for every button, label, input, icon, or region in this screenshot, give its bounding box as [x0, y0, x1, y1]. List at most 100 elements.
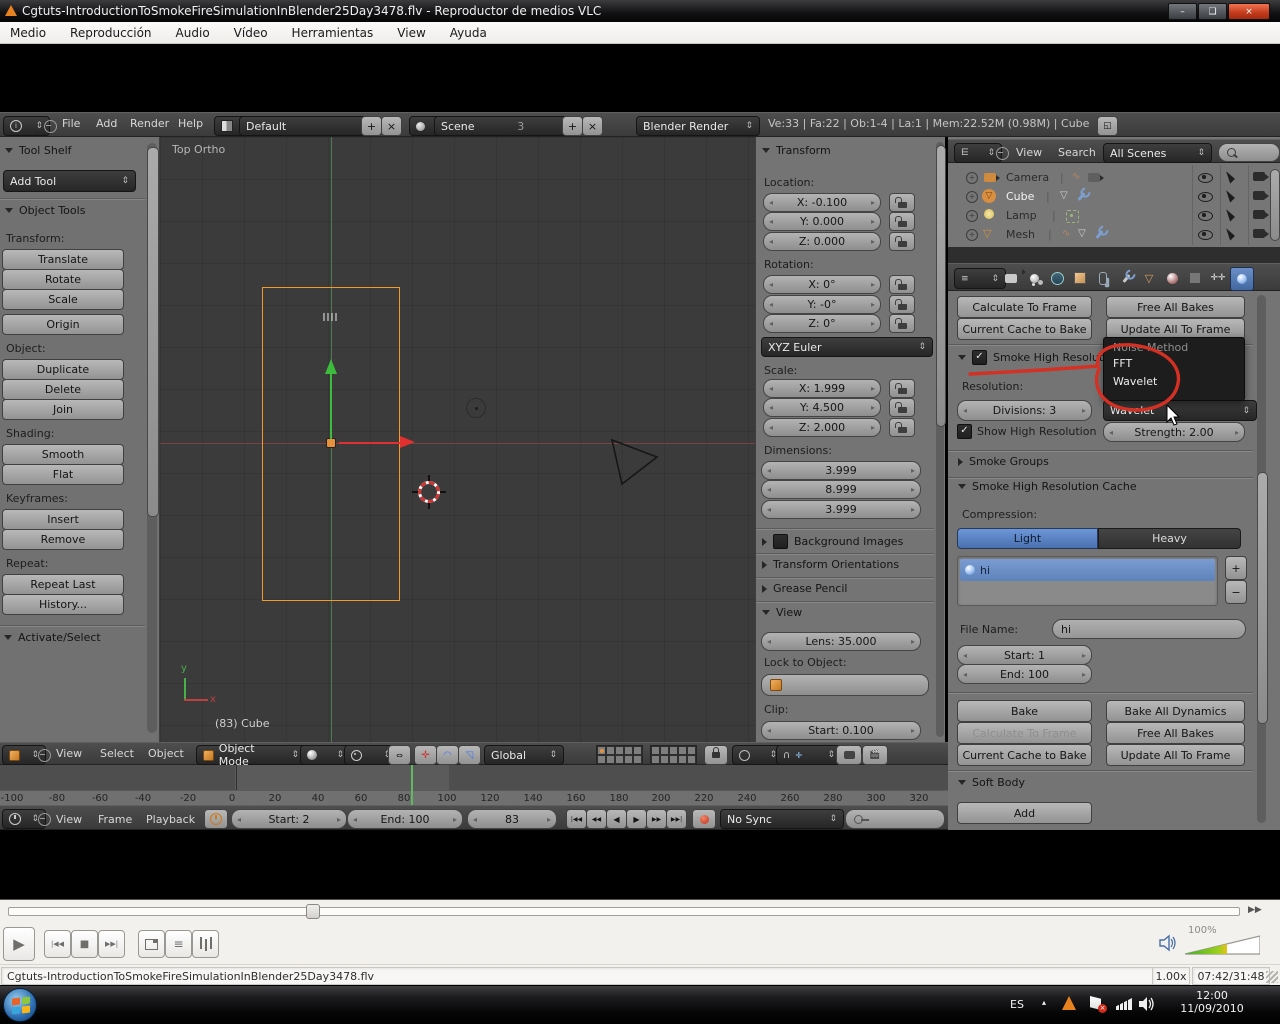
add-scene-button[interactable]: +: [562, 116, 583, 136]
layer-cell[interactable]: [606, 755, 615, 764]
layer-cell[interactable]: [660, 755, 669, 764]
visibility-icon[interactable]: [1198, 211, 1213, 221]
layer-cell[interactable]: [660, 746, 669, 755]
status-time-cell[interactable]: 07:42/31:48: [1192, 967, 1270, 985]
lens-field[interactable]: Lens: 35.000: [761, 632, 921, 651]
tab-render-icon[interactable]: [1000, 267, 1022, 289]
menu-view[interactable]: View: [56, 747, 82, 760]
smooth-button[interactable]: Smooth: [2, 444, 124, 465]
tab-scene-icon[interactable]: [1023, 267, 1045, 289]
fullscreen-button[interactable]: [138, 930, 165, 958]
menu-view[interactable]: View: [1016, 146, 1042, 159]
camera-object[interactable]: [605, 432, 665, 492]
menu-video[interactable]: Vídeo: [234, 26, 268, 40]
collapse-menus-icon[interactable]: [38, 749, 51, 762]
editor-type-info[interactable]: i: [3, 116, 50, 136]
layer-cell[interactable]: [615, 746, 624, 755]
bake-button[interactable]: Bake: [957, 700, 1092, 722]
render-engine-select[interactable]: Blender Render: [636, 116, 760, 136]
current-frame-field[interactable]: 83: [467, 809, 557, 829]
tab-constraints-icon[interactable]: [1092, 267, 1114, 289]
modifier-wrench-icon[interactable]: [1077, 192, 1085, 201]
rotation-y-field[interactable]: Y: -0°: [763, 295, 881, 314]
layer-cell[interactable]: [687, 746, 696, 755]
manipulator-y-arrow[interactable]: [330, 373, 332, 439]
renderability-icon[interactable]: [1253, 229, 1265, 238]
tab-texture-icon[interactable]: [1184, 267, 1206, 289]
keying-set-field[interactable]: [845, 809, 945, 829]
free-all-bakes-button[interactable]: Free All Bakes: [1106, 722, 1245, 744]
rotation-x-field[interactable]: X: 0°: [763, 275, 881, 294]
dropdown-option-fft[interactable]: FFT: [1104, 355, 1244, 372]
seek-forward-glyph[interactable]: ▶▶: [1248, 905, 1262, 915]
add-softbody-button[interactable]: Add: [957, 802, 1092, 824]
activate-select-panel-header[interactable]: Activate/Select: [4, 631, 101, 644]
menu-file[interactable]: File: [62, 117, 80, 130]
collapse-menus-icon[interactable]: [44, 120, 57, 133]
timeline-ruler[interactable]: -100-80-60-40-20020406080100120140160180…: [0, 790, 948, 805]
manipulator-scale-toggle[interactable]: ◹: [458, 745, 481, 765]
render-opengl-button[interactable]: [836, 745, 862, 765]
transform-orientation-select[interactable]: Global: [484, 745, 564, 765]
soft-body-panel-header[interactable]: Soft Body: [958, 776, 1025, 789]
calculate-to-frame-button[interactable]: Calculate To Frame: [957, 296, 1092, 318]
object-tools-panel-header[interactable]: Object Tools: [5, 204, 85, 217]
rotate-button[interactable]: Rotate: [2, 269, 124, 290]
resize-grip[interactable]: [1266, 971, 1278, 983]
layer-cell[interactable]: [597, 755, 606, 764]
expand-icon[interactable]: +: [966, 210, 978, 222]
window-grab-icon[interactable]: ◱: [1097, 116, 1118, 136]
rotation-z-field[interactable]: Z: 0°: [763, 314, 881, 333]
renderability-icon[interactable]: [1253, 191, 1265, 200]
visibility-icon[interactable]: [1198, 230, 1213, 240]
maximize-button[interactable]: ❑: [1198, 3, 1227, 20]
menu-audio[interactable]: Audio: [176, 26, 210, 40]
cache-start-field[interactable]: Start: 1: [957, 645, 1092, 665]
cache-list[interactable]: hi: [957, 556, 1218, 606]
dropdown-option-wavelet[interactable]: Wavelet: [1104, 372, 1244, 390]
delete-button[interactable]: Delete: [2, 379, 124, 400]
menu-playback[interactable]: Playback: [146, 813, 195, 826]
collapse-menus-icon[interactable]: [38, 813, 51, 826]
scale-x-field[interactable]: X: 1.999: [763, 379, 881, 398]
join-button[interactable]: Join: [2, 399, 124, 420]
background-images-checkbox[interactable]: [773, 534, 788, 549]
smoke-high-res-checkbox[interactable]: ✓: [972, 350, 987, 365]
layers-grid-1[interactable]: [596, 745, 643, 765]
file-name-input[interactable]: [1052, 619, 1246, 639]
expand-icon[interactable]: +: [966, 172, 978, 184]
view-panel-header[interactable]: View: [762, 606, 802, 619]
tab-material-icon[interactable]: [1161, 267, 1183, 289]
tray-show-hidden-icon[interactable]: ▴: [1042, 998, 1046, 1007]
start-button[interactable]: [3, 988, 37, 1022]
menu-select[interactable]: Select: [100, 747, 134, 760]
expand-icon[interactable]: +: [966, 229, 978, 241]
tab-particles-icon[interactable]: ✛✛: [1207, 267, 1229, 289]
visibility-icon[interactable]: [1198, 173, 1213, 183]
add-tool-select[interactable]: Add Tool: [3, 170, 136, 192]
layer-cell[interactable]: [633, 755, 642, 764]
record-button[interactable]: [692, 809, 716, 829]
layer-cell[interactable]: [669, 746, 678, 755]
layers-grid-2[interactable]: [650, 745, 697, 765]
editor-type-properties[interactable]: ≡: [954, 268, 1006, 289]
origin-button[interactable]: Origin: [2, 314, 124, 335]
previous-button[interactable]: |◀◀: [44, 930, 71, 958]
show-high-res-checkbox[interactable]: ✓: [957, 424, 972, 439]
dimension-z-field[interactable]: 3.999: [761, 500, 921, 519]
menu-help[interactable]: Help: [178, 117, 203, 130]
screen-layout-field[interactable]: Default: [239, 116, 373, 136]
scale-button[interactable]: Scale: [2, 289, 124, 310]
visibility-icon[interactable]: [1198, 192, 1213, 202]
grease-pencil-panel-header[interactable]: Grease Pencil: [762, 582, 847, 595]
menu-render[interactable]: Render: [130, 117, 169, 130]
outliner-search-field[interactable]: [1218, 143, 1280, 162]
manipulator-center[interactable]: [326, 438, 336, 448]
transform-panel-header[interactable]: Transform: [762, 144, 831, 157]
menu-herramientas[interactable]: Herramientas: [292, 26, 374, 40]
prev-keyframe-button[interactable]: ◀◀: [586, 809, 607, 829]
menu-add[interactable]: Add: [96, 117, 117, 130]
minimize-button[interactable]: –: [1168, 3, 1197, 20]
scene-field[interactable]: Scene3: [434, 116, 574, 136]
lamp-data-icon[interactable]: [1066, 210, 1079, 223]
